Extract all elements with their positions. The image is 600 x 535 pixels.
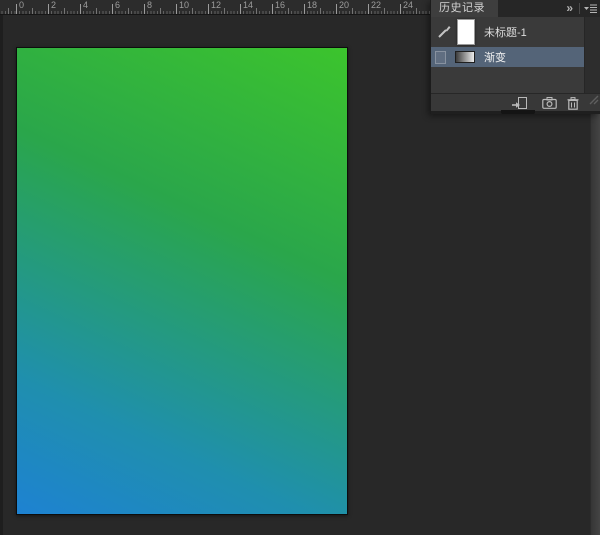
history-panel-header: 历史记录 » xyxy=(431,0,600,17)
tab-history[interactable]: 历史记录 xyxy=(431,0,498,17)
history-item-untitled[interactable]: 未标题-1 xyxy=(431,17,584,47)
history-item-gradient[interactable]: 渐变 xyxy=(431,47,584,67)
panel-drag-handle[interactable] xyxy=(501,110,535,114)
history-item-label: 未标题-1 xyxy=(484,24,527,40)
photoshop-workspace: 024681012141618202224 历史记录 » xyxy=(0,0,600,535)
scrollbar-track[interactable] xyxy=(584,17,600,93)
gradient-thumbnail xyxy=(455,51,475,63)
panel-menu-icon[interactable] xyxy=(582,0,600,19)
panel-resize-grip[interactable] xyxy=(589,92,599,110)
window-left-edge xyxy=(0,15,3,535)
header-separator xyxy=(579,3,580,14)
document-canvas[interactable] xyxy=(16,47,348,515)
history-panel: 历史记录 » xyxy=(430,0,600,114)
history-panel-footer xyxy=(431,93,600,111)
history-list: 未标题-1 渐变 xyxy=(431,17,600,93)
history-brush-source-icon[interactable] xyxy=(436,25,451,40)
new-snapshot-camera-button[interactable] xyxy=(539,95,559,111)
panel-dock-edge xyxy=(590,113,600,535)
document-thumbnail xyxy=(457,19,475,45)
history-panel-bottom-edge xyxy=(431,111,600,114)
collapse-to-icons-icon[interactable]: » xyxy=(562,1,577,16)
history-item-label: 渐变 xyxy=(484,49,506,65)
new-document-from-state-button[interactable] xyxy=(509,95,529,111)
delete-state-trash-button[interactable] xyxy=(563,95,583,111)
history-brush-source-well[interactable] xyxy=(435,51,446,64)
